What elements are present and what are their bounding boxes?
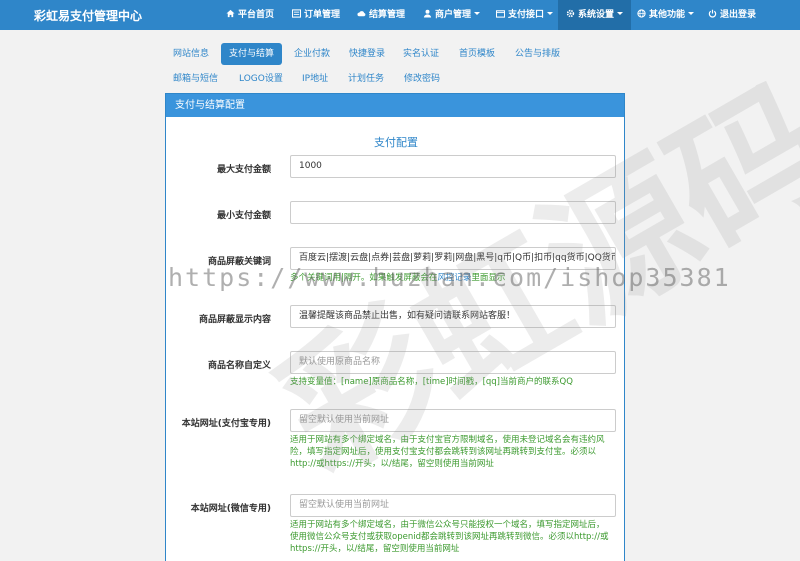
- risk-record-link[interactable]: 风控记录: [437, 273, 471, 283]
- cloud-icon: [357, 11, 366, 17]
- site-url-wechat-input[interactable]: 留空默认使用当前网址: [290, 494, 616, 517]
- nav-logout-label: 退出登录: [720, 10, 757, 20]
- gear-icon: [566, 9, 575, 18]
- user-icon: [423, 9, 432, 18]
- blocked-display-label: 商品屏蔽显示内容: [198, 315, 271, 325]
- tab-enterprise-payment[interactable]: 企业付款: [286, 43, 338, 65]
- tab-payment-settlement[interactable]: 支付与结算: [221, 43, 283, 65]
- panel-heading: 支付与结算配置: [166, 94, 624, 117]
- tab-change-password[interactable]: 修改密码: [396, 68, 448, 90]
- top-navbar: 彩虹易支付管理中心 平台首页 订单管理 结算管理 商户管理 支付接口 系统设置 …: [0, 0, 800, 30]
- chevron-down-icon: [617, 12, 624, 15]
- tab-logo-settings[interactable]: LOGO设置: [231, 68, 291, 90]
- nav-logout[interactable]: 退出登录: [708, 0, 756, 30]
- nav-orders[interactable]: 订单管理: [292, 0, 340, 30]
- custom-name-label: 商品名称自定义: [207, 361, 271, 371]
- tab-site-info[interactable]: 网站信息: [165, 43, 217, 65]
- nav-system-settings-label: 系统设置: [578, 10, 615, 20]
- tab-notice-layout[interactable]: 公告与排版: [507, 43, 568, 65]
- nav-home-label: 平台首页: [238, 10, 275, 20]
- chevron-down-icon: [547, 12, 554, 15]
- tab-homepage-template[interactable]: 首页模板: [451, 43, 503, 65]
- home-icon: [226, 9, 235, 18]
- nav-settlement-label: 结算管理: [369, 10, 406, 20]
- list-icon: [292, 9, 301, 18]
- blocked-keywords-input[interactable]: 百度云|摆渡|云盘|点券|芸盘|萝莉|罗莉|网盘|黑号|q币|Q币|扣币|qq货…: [290, 247, 616, 270]
- site-url-alipay-help: 适用于网站有多个绑定域名，由于支付宝官方限制域名，使用未登记域名会有违约风险，填…: [290, 435, 605, 469]
- site-url-wechat-label: 本站网址(微信专用): [190, 504, 271, 514]
- tab-ip-address[interactable]: IP地址: [294, 68, 336, 90]
- site-url-wechat-help: 适用于网站有多个绑定域名，由于微信公众号只能授权一个域名，填写指定网址后，使用微…: [290, 520, 609, 554]
- nav-home[interactable]: 平台首页: [226, 0, 274, 30]
- tab-quick-login[interactable]: 快捷登录: [341, 43, 393, 65]
- brand-title[interactable]: 彩虹易支付管理中心: [34, 7, 142, 24]
- nav-orders-label: 订单管理: [304, 10, 341, 20]
- power-icon: [708, 9, 717, 18]
- nav-payment-api[interactable]: 支付接口: [496, 0, 554, 30]
- blocked-keywords-label: 商品屏蔽关键词: [207, 257, 271, 267]
- globe-icon: [637, 9, 646, 18]
- blocked-keywords-help-tail: 里面显示: [471, 273, 506, 283]
- nav-other-functions-label: 其他功能: [649, 10, 686, 20]
- max-amount-input[interactable]: 1000: [290, 155, 616, 178]
- tab-email-sms[interactable]: 邮箱与短信: [165, 68, 226, 90]
- chevron-down-icon: [474, 12, 481, 15]
- chevron-down-icon: [688, 12, 695, 15]
- tab-real-name[interactable]: 实名认证: [395, 43, 447, 65]
- nav-system-settings[interactable]: 系统设置: [558, 0, 632, 30]
- blocked-keywords-help: 多个关键词用|隔开。如果触发屏蔽会在风控记录里面显示: [290, 272, 610, 284]
- max-amount-label: 最大支付金额: [216, 165, 271, 175]
- settings-panel: 支付与结算配置 支付配置 最大支付金额 1000 最小支付金额 商品屏蔽关键词 …: [165, 93, 625, 561]
- custom-name-input[interactable]: 默认使用原商品名称: [290, 351, 616, 374]
- nav-payment-api-label: 支付接口: [508, 10, 545, 20]
- nav-other-functions[interactable]: 其他功能: [637, 0, 695, 30]
- tab-scheduled-tasks[interactable]: 计划任务: [340, 68, 392, 90]
- site-url-alipay-input[interactable]: 留空默认使用当前网址: [290, 409, 616, 432]
- blocked-display-input[interactable]: 温馨提醒该商品禁止出售，如有疑问请联系网站客服！: [290, 305, 616, 328]
- min-amount-label: 最小支付金额: [216, 211, 271, 221]
- blocked-keywords-help-text: 多个关键词用|隔开。如果触发屏蔽会在: [290, 273, 438, 283]
- section-title: 支付配置: [374, 136, 418, 149]
- nav-merchants[interactable]: 商户管理: [423, 0, 481, 30]
- custom-name-help: 支持变量值：[name]原商品名称，[time]时间戳，[qq]当前商户的联系Q…: [290, 377, 573, 387]
- site-url-alipay-label: 本站网址(支付宝专用): [181, 419, 271, 429]
- nav-merchants-label: 商户管理: [435, 10, 472, 20]
- folder-icon: [496, 10, 505, 18]
- min-amount-input[interactable]: [290, 201, 616, 224]
- nav-settlement[interactable]: 结算管理: [357, 0, 405, 30]
